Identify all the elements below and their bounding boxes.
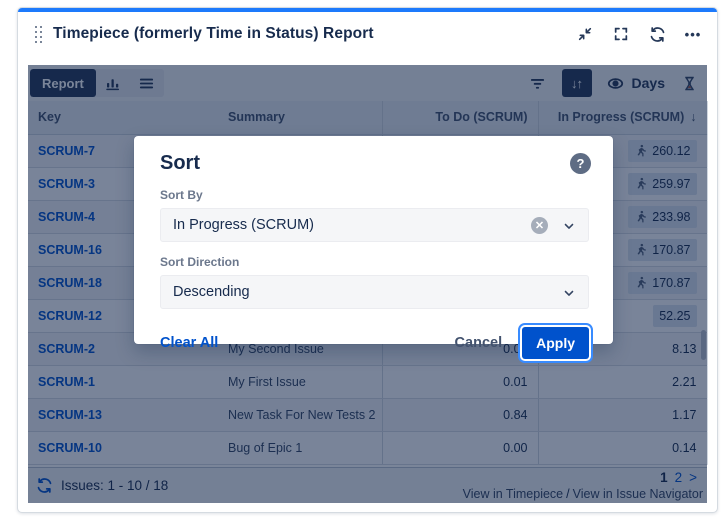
sort-modal: Sort ? Sort By In Progress (SCRUM) ✕ Sor… [134, 136, 613, 344]
drag-handle-icon[interactable] [34, 25, 43, 44]
collapse-icon[interactable] [575, 24, 595, 44]
help-icon[interactable]: ? [570, 153, 591, 174]
clear-selection-icon[interactable]: ✕ [531, 217, 548, 234]
clear-all-button[interactable]: Clear All [160, 335, 218, 351]
chevron-down-icon [562, 219, 576, 237]
sort-direction-select[interactable]: Descending [160, 275, 589, 309]
sort-direction-value: Descending [173, 284, 250, 300]
sort-direction-label: Sort Direction [160, 255, 589, 269]
more-menu-icon[interactable]: ••• [683, 24, 703, 44]
apply-button[interactable]: Apply [522, 327, 589, 359]
fullscreen-icon[interactable] [611, 24, 631, 44]
chevron-down-icon [562, 286, 576, 304]
gadget-card: Timepiece (formerly Time in Status) Repo… [17, 7, 718, 513]
refresh-icon[interactable] [647, 24, 667, 44]
sort-by-label: Sort By [160, 188, 589, 202]
modal-title: Sort [160, 152, 589, 175]
gadget-title: Timepiece (formerly Time in Status) Repo… [53, 25, 374, 43]
sort-by-value: In Progress (SCRUM) [173, 217, 314, 233]
gadget-header: Timepiece (formerly Time in Status) Repo… [18, 12, 717, 56]
sort-by-select[interactable]: In Progress (SCRUM) ✕ [160, 208, 589, 242]
cancel-button[interactable]: Cancel [445, 329, 513, 357]
